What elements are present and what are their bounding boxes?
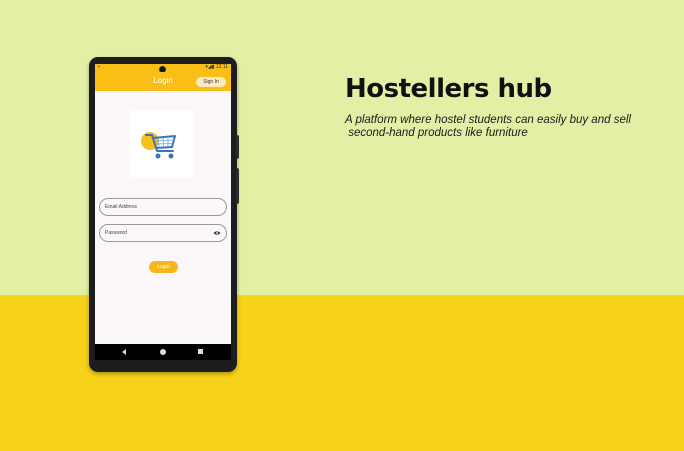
hero-section: Hostellers hub A platform where hostel s… (345, 74, 665, 140)
home-icon[interactable] (160, 349, 166, 355)
status-right: ▾◢▮ 12:11 (205, 64, 228, 70)
hero-title: Hostellers hub (345, 74, 552, 104)
sign-in-button[interactable]: Sign In (196, 77, 226, 87)
phone-screen: ▪ ▾◢▮ 12:11 Login Sign In Email Address (95, 64, 231, 344)
login-button[interactable]: Login (149, 261, 178, 273)
phone-volume-button (236, 168, 239, 204)
password-placeholder: Password (105, 230, 127, 236)
app-bar: Login Sign In (95, 72, 231, 91)
app-logo (130, 111, 193, 177)
shopping-cart-icon (145, 134, 176, 159)
email-placeholder: Email Address (105, 204, 137, 210)
email-field[interactable]: Email Address (99, 198, 227, 216)
navigation-bar (95, 344, 231, 360)
password-field[interactable]: Password (99, 224, 227, 242)
status-left: ▪ (98, 64, 100, 70)
hero-subtitle: A platform where hostel students can eas… (345, 114, 665, 140)
phone-power-button (236, 135, 239, 159)
hero-subtitle-line-2: second-hand products like furniture (345, 127, 528, 139)
back-icon[interactable] (122, 349, 126, 355)
hero-subtitle-line-1: A platform where hostel students can eas… (345, 114, 631, 126)
eye-icon[interactable] (213, 230, 221, 236)
recent-apps-icon[interactable] (198, 349, 203, 354)
